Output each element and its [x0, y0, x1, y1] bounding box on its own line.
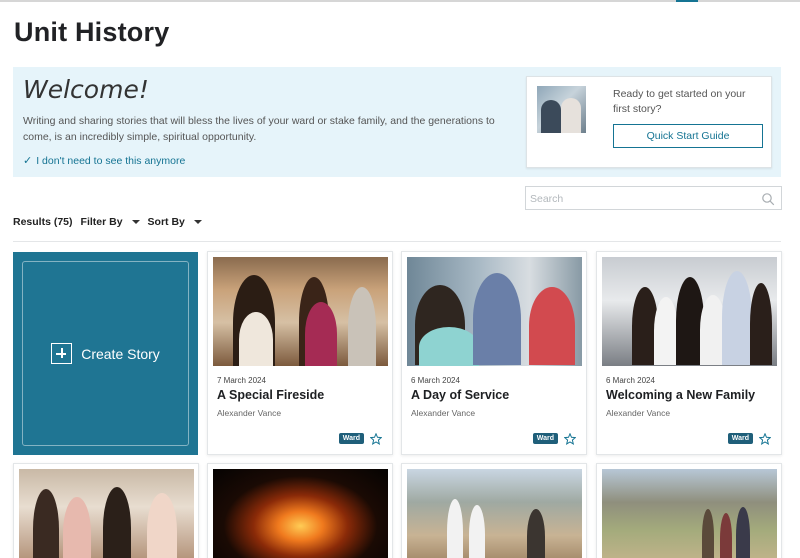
story-title: A Special Fireside	[217, 388, 325, 402]
story-photo	[19, 469, 194, 558]
story-card[interactable]	[596, 463, 782, 558]
create-story-card[interactable]: Create Story	[13, 252, 198, 455]
sort-by-dropdown[interactable]: Sort By	[148, 216, 202, 228]
story-author: Alexander Vance	[411, 408, 476, 418]
story-title: Welcoming a New Family	[606, 388, 756, 402]
story-title: A Day of Service	[411, 388, 510, 402]
story-photo	[213, 469, 388, 558]
quick-start-thumbnail	[537, 86, 586, 133]
star-icon[interactable]	[759, 433, 771, 445]
filter-by-dropdown[interactable]: Filter By	[81, 216, 140, 228]
results-count: Results (75)	[13, 216, 73, 228]
story-date: 6 March 2024	[411, 376, 460, 385]
filter-by-label: Filter By	[80, 216, 123, 228]
story-card[interactable]: 6 March 2024 A Day of Service Alexander …	[401, 251, 587, 455]
create-story-frame: Create Story	[22, 261, 189, 446]
quick-start-text: Ready to get started on your first story…	[613, 88, 746, 115]
caret-down-icon	[193, 220, 202, 224]
story-photo	[602, 257, 777, 366]
divider	[13, 241, 781, 242]
story-card[interactable]: 6 March 2024 Welcoming a New Family Alex…	[596, 251, 782, 455]
sort-by-label: Sort By	[147, 216, 185, 228]
plus-square-icon	[51, 343, 73, 364]
story-card[interactable]	[207, 463, 393, 558]
create-story-label: Create Story	[81, 345, 160, 362]
story-photo	[407, 469, 582, 558]
quick-start-guide-button[interactable]: Quick Start Guide	[613, 124, 763, 148]
story-photo	[407, 257, 582, 366]
story-card[interactable]	[401, 463, 587, 558]
quick-start-card: Ready to get started on your first story…	[526, 76, 772, 168]
dismiss-welcome-link[interactable]: ✓ I don't need to see this anymore	[23, 154, 186, 168]
search-icon[interactable]	[761, 192, 775, 206]
star-icon[interactable]	[564, 433, 576, 445]
caret-down-icon	[131, 220, 140, 224]
story-card[interactable]	[13, 463, 199, 558]
search-input[interactable]	[530, 190, 755, 207]
story-photo	[602, 469, 777, 558]
ward-badge: Ward	[532, 433, 558, 444]
story-author: Alexander Vance	[606, 408, 671, 418]
page-title: Unit History	[14, 17, 170, 47]
search-box	[525, 186, 782, 210]
welcome-banner: Welcome! Writing and sharing stories tha…	[13, 67, 781, 177]
welcome-heading: Welcome!	[23, 75, 149, 104]
star-icon[interactable]	[370, 433, 382, 445]
active-tab-indicator	[676, 0, 698, 2]
story-date: 7 March 2024	[217, 376, 266, 385]
welcome-text: Writing and sharing stories that will bl…	[23, 115, 495, 143]
ward-badge: Ward	[338, 433, 364, 444]
story-photo	[213, 257, 388, 366]
story-author: Alexander Vance	[217, 408, 282, 418]
ward-badge: Ward	[727, 433, 753, 444]
check-icon: ✓	[23, 155, 33, 167]
dismiss-label: I don't need to see this anymore	[36, 154, 186, 167]
results-toolbar: Results (75) Filter By Sort By	[13, 215, 210, 229]
story-card[interactable]: 7 March 2024 A Special Fireside Alexande…	[207, 251, 393, 455]
story-date: 6 March 2024	[606, 376, 655, 385]
